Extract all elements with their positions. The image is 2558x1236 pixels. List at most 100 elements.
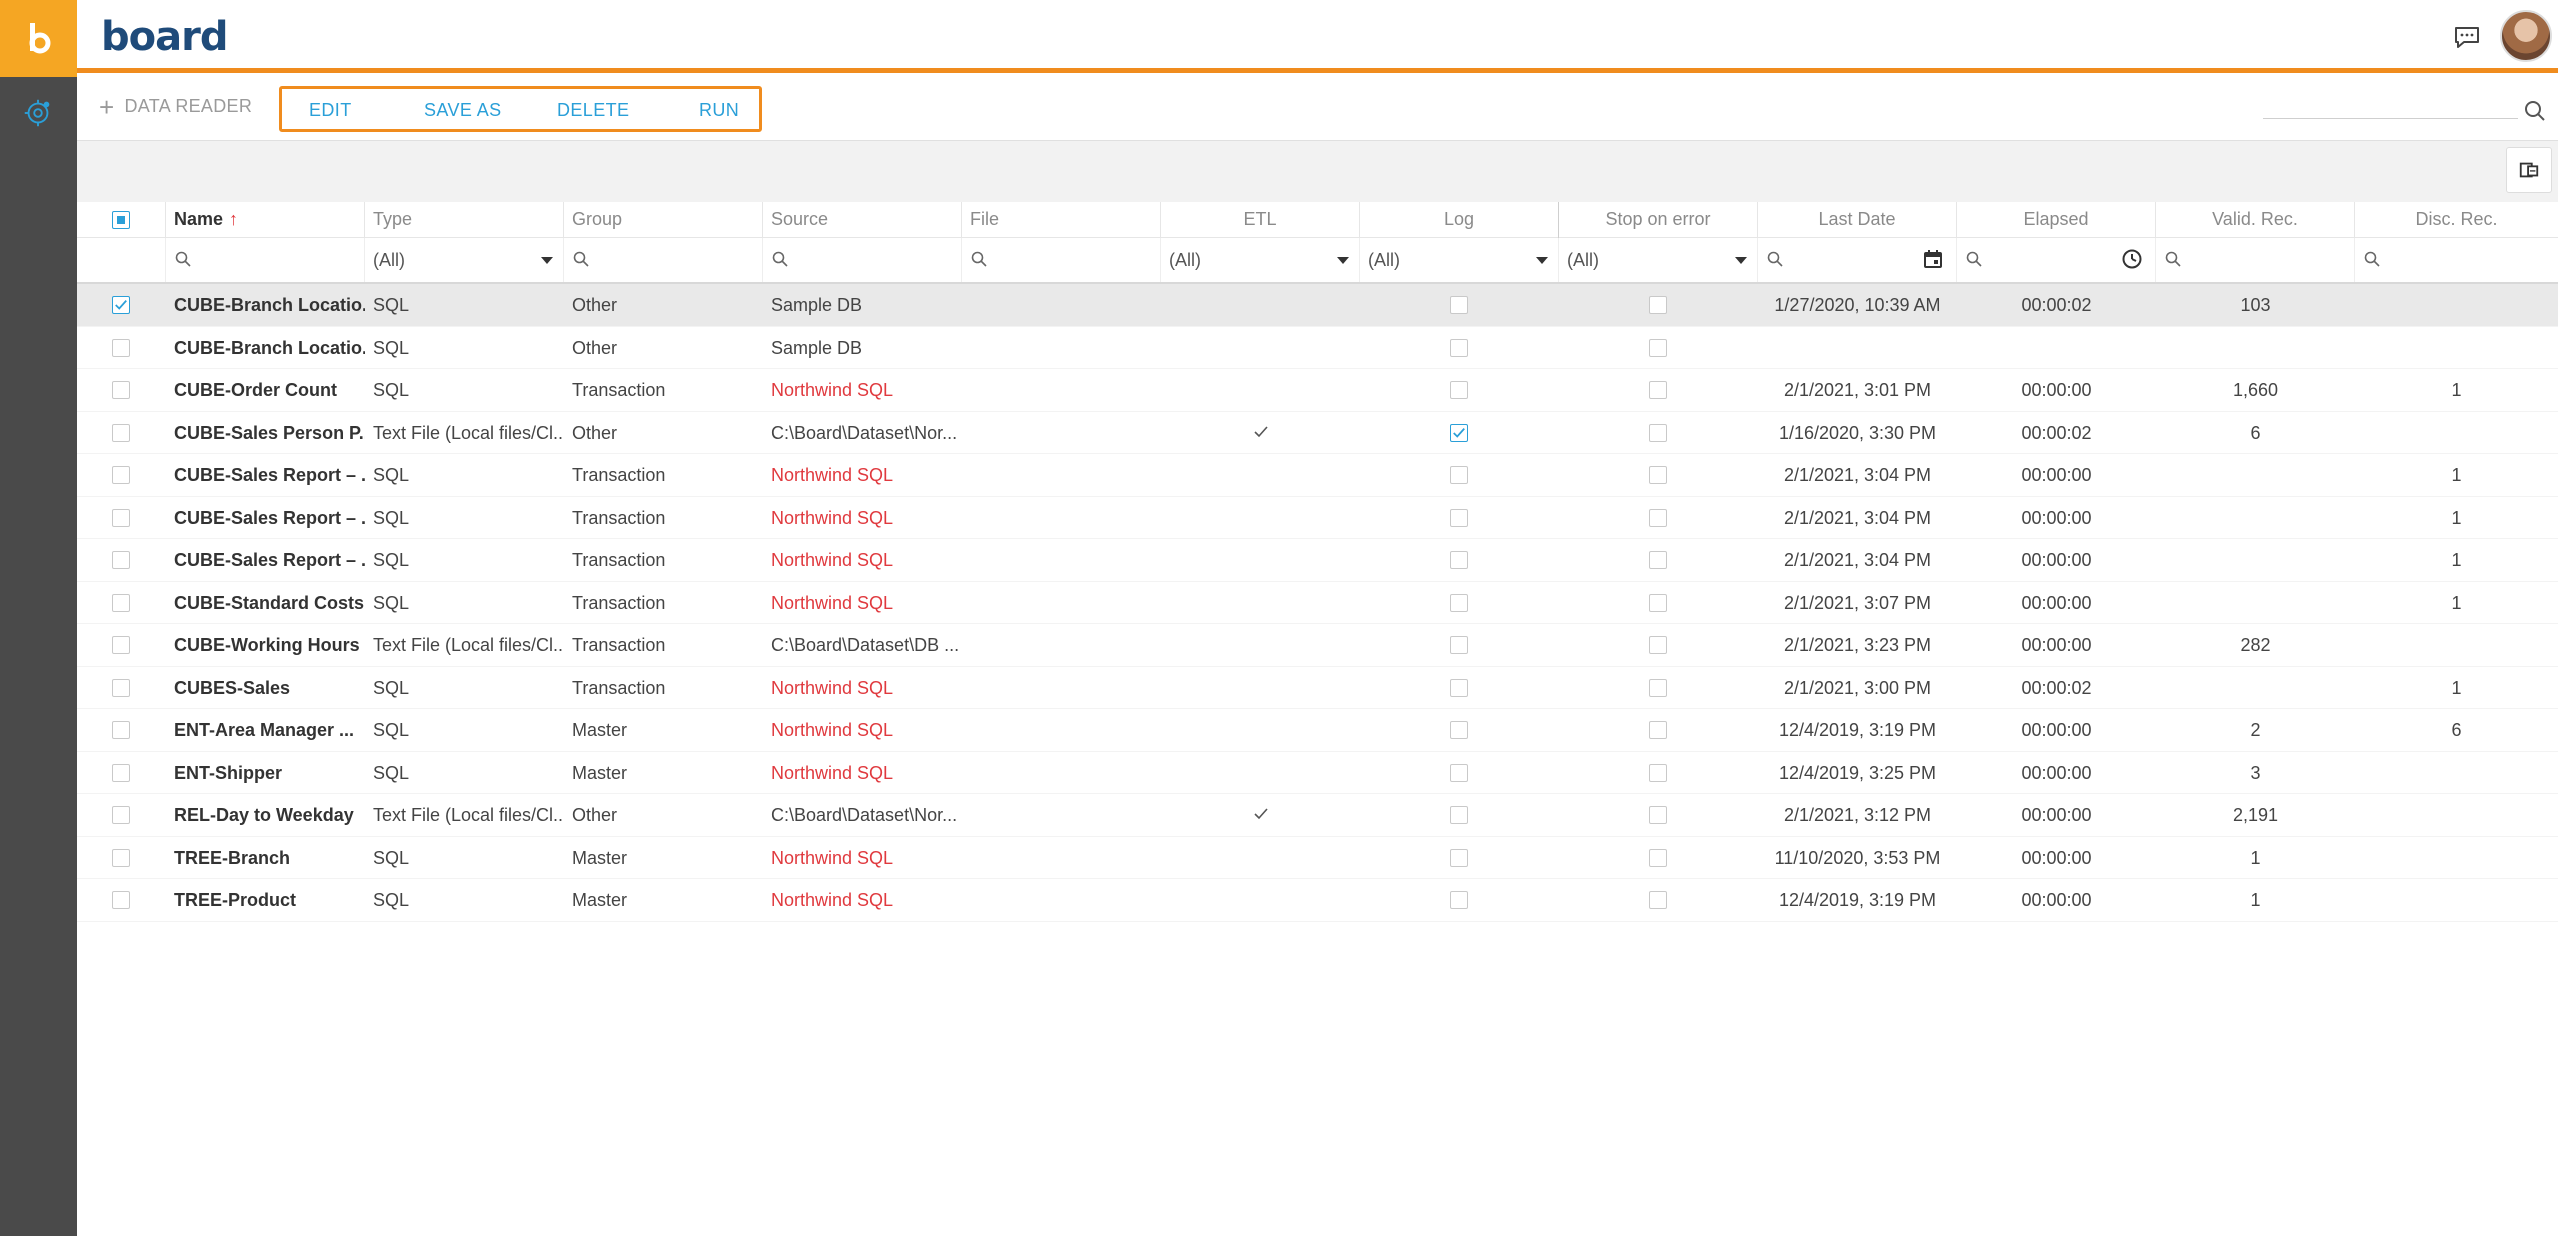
- row-select-checkbox[interactable]: [112, 508, 130, 527]
- filter-log-select[interactable]: (All): [1360, 238, 1559, 282]
- row-select-checkbox[interactable]: [112, 466, 130, 484]
- row-select-checkbox[interactable]: [112, 593, 130, 612]
- filter-valid-rec[interactable]: [2156, 238, 2355, 282]
- edit-button[interactable]: EDIT: [309, 100, 352, 121]
- header-etl[interactable]: ETL: [1161, 202, 1360, 238]
- row-select-checkbox[interactable]: [112, 338, 130, 357]
- filter-file[interactable]: [962, 238, 1161, 282]
- log-checkbox[interactable]: [1450, 593, 1468, 612]
- log-checkbox[interactable]: [1450, 338, 1468, 357]
- stop-on-error-checkbox[interactable]: [1649, 466, 1667, 484]
- row-select-checkbox[interactable]: [112, 721, 130, 739]
- log-checkbox[interactable]: [1450, 296, 1468, 314]
- log-checkbox[interactable]: [1450, 381, 1468, 399]
- log-checkbox[interactable]: [1450, 678, 1468, 697]
- stop-on-error-checkbox[interactable]: [1649, 508, 1667, 527]
- log-checkbox[interactable]: [1450, 891, 1468, 909]
- row-select-checkbox[interactable]: [112, 636, 130, 654]
- table-row[interactable]: CUBE-Sales Report – ... SQL Transaction Nor…: [77, 539, 2558, 582]
- table-row[interactable]: REL-Day to Weekday Text File (Local files…: [77, 794, 2558, 837]
- stop-on-error-checkbox[interactable]: [1649, 806, 1667, 824]
- header-source[interactable]: Source: [763, 202, 962, 238]
- header-elapsed[interactable]: Elapsed: [1957, 202, 2156, 238]
- filter-type-select[interactable]: (All): [365, 238, 564, 282]
- table-row[interactable]: CUBE-Sales Report – ... SQL Transaction Nor…: [77, 497, 2558, 539]
- chat-icon[interactable]: [2452, 22, 2482, 52]
- table-row[interactable]: TREE-Product SQL Master Northwind SQL 12/4/2…: [77, 879, 2558, 922]
- table-row[interactable]: CUBE-Sales Report – ... SQL Transaction Nor…: [77, 454, 2558, 497]
- log-checkbox[interactable]: [1450, 721, 1468, 739]
- row-select-checkbox[interactable]: [112, 848, 130, 867]
- board-logo-tile[interactable]: [0, 0, 77, 77]
- stop-on-error-checkbox[interactable]: [1649, 721, 1667, 739]
- table-row[interactable]: CUBES-Sales SQL Transaction Northwind SQL 2/…: [77, 667, 2558, 709]
- stop-on-error-checkbox[interactable]: [1649, 636, 1667, 654]
- data-model-icon[interactable]: [20, 95, 56, 131]
- clock-icon[interactable]: [2121, 248, 2143, 270]
- filter-elapsed[interactable]: [1957, 238, 2156, 282]
- user-avatar[interactable]: [2500, 10, 2552, 62]
- filter-etl-select[interactable]: (All): [1161, 238, 1360, 282]
- stop-on-error-checkbox[interactable]: [1649, 551, 1667, 569]
- new-data-reader-button[interactable]: + DATA READER: [99, 94, 252, 120]
- row-select-checkbox[interactable]: [112, 423, 130, 442]
- log-checkbox[interactable]: [1450, 636, 1468, 654]
- log-checkbox[interactable]: [1450, 551, 1468, 569]
- table-row[interactable]: CUBE-Order Count SQL Transaction Northwind …: [77, 369, 2558, 412]
- filter-group[interactable]: [564, 238, 763, 282]
- filter-disc-rec[interactable]: [2355, 238, 2558, 282]
- header-valid-rec[interactable]: Valid. Rec.: [2156, 202, 2355, 238]
- log-checkbox[interactable]: [1450, 806, 1468, 824]
- row-select-checkbox[interactable]: [112, 551, 130, 569]
- toolbar-search-input[interactable]: [2263, 118, 2518, 119]
- search-icon[interactable]: [2522, 98, 2548, 124]
- table-row[interactable]: CUBE-Standard Costs SQL Transaction Northwi…: [77, 582, 2558, 624]
- log-checkbox[interactable]: [1450, 423, 1468, 442]
- log-checkbox[interactable]: [1450, 466, 1468, 484]
- table-row[interactable]: ENT-Shipper SQL Master Northwind SQL 12/4/20…: [77, 752, 2558, 794]
- stop-on-error-checkbox[interactable]: [1649, 848, 1667, 867]
- save-as-button[interactable]: SAVE AS: [424, 100, 502, 121]
- row-select-checkbox[interactable]: [112, 678, 130, 697]
- stop-on-error-checkbox[interactable]: [1649, 763, 1667, 782]
- stop-on-error-checkbox[interactable]: [1649, 593, 1667, 612]
- row-select-checkbox[interactable]: [112, 891, 130, 909]
- filter-stop-on-error-select[interactable]: (All): [1559, 238, 1758, 282]
- header-group[interactable]: Group: [564, 202, 763, 238]
- header-disc-rec[interactable]: Disc. Rec.: [2355, 202, 2558, 238]
- row-select-checkbox[interactable]: [112, 381, 130, 399]
- delete-button[interactable]: DELETE: [557, 100, 629, 121]
- log-checkbox[interactable]: [1450, 508, 1468, 527]
- table-row[interactable]: CUBE-Branch Locatio... SQL Other Sample DB: [77, 327, 2558, 369]
- stop-on-error-checkbox[interactable]: [1649, 891, 1667, 909]
- filter-source[interactable]: [763, 238, 962, 282]
- header-stop-on-error[interactable]: Stop on error: [1559, 202, 1758, 238]
- table-row[interactable]: CUBE-Branch Locatio... SQL Other Sample DB 1…: [77, 284, 2558, 327]
- stop-on-error-checkbox[interactable]: [1649, 381, 1667, 399]
- header-type[interactable]: Type: [365, 202, 564, 238]
- select-all-checkbox[interactable]: [112, 211, 130, 229]
- header-log[interactable]: Log: [1360, 202, 1559, 238]
- header-name[interactable]: Name ↑: [166, 202, 365, 238]
- row-select-checkbox[interactable]: [112, 806, 130, 824]
- row-select-checkbox[interactable]: [112, 763, 130, 782]
- header-last-date[interactable]: Last Date: [1758, 202, 1957, 238]
- filter-last-date[interactable]: [1758, 238, 1957, 282]
- table-row[interactable]: CUBE-Working Hours Text File (Local files…: [77, 624, 2558, 667]
- table-row[interactable]: ENT-Area Manager ... SQL Master Northwind S…: [77, 709, 2558, 752]
- column-chooser-button[interactable]: [2506, 147, 2552, 193]
- stop-on-error-checkbox[interactable]: [1649, 338, 1667, 357]
- header-file[interactable]: File: [962, 202, 1161, 238]
- stop-on-error-checkbox[interactable]: [1649, 678, 1667, 697]
- log-checkbox[interactable]: [1450, 763, 1468, 782]
- stop-on-error-checkbox[interactable]: [1649, 423, 1667, 442]
- brand-logo[interactable]: board: [101, 14, 228, 60]
- table-row[interactable]: CUBE-Sales Person P... Text File (Local f…: [77, 412, 2558, 454]
- filter-name[interactable]: [166, 238, 365, 282]
- row-select-checkbox[interactable]: [112, 296, 130, 314]
- calendar-icon[interactable]: [1922, 248, 1944, 270]
- log-checkbox[interactable]: [1450, 848, 1468, 867]
- table-row[interactable]: TREE-Branch SQL Master Northwind SQL 11/10/2…: [77, 837, 2558, 879]
- run-button[interactable]: RUN: [699, 100, 739, 121]
- stop-on-error-checkbox[interactable]: [1649, 296, 1667, 314]
